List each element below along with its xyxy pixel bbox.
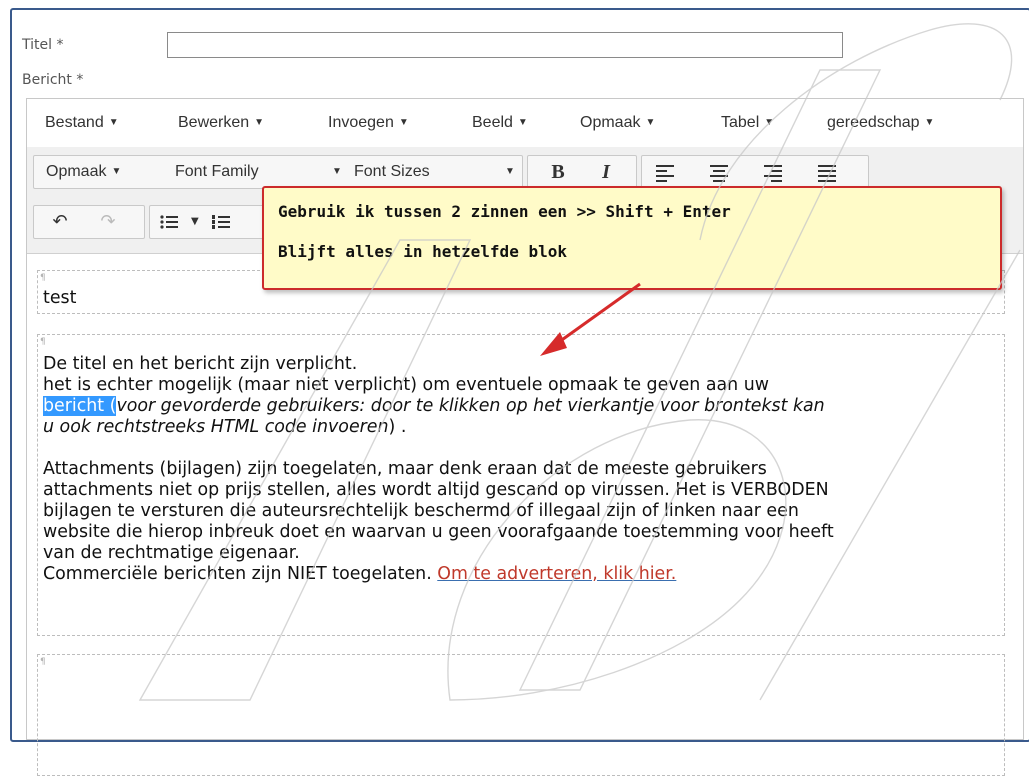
advertise-link[interactable]: Om te adverteren, klik hier. [437,564,676,584]
font-sizes-select[interactable]: Font Sizes ▼ [354,156,515,188]
paragraph-marker-icon: ¶ [40,657,46,667]
chevron-down-icon: ▼ [191,216,199,227]
bold-button[interactable]: B [538,156,578,188]
chevron-down-icon: ▼ [111,166,122,177]
editor-content[interactable]: ¶ test ¶ De titel en het bericht zijn ve… [27,254,1023,776]
redo-icon[interactable]: ↷ [90,206,126,238]
annotation-callout: Gebruik ik tussen 2 zinnen een >> Shift … [262,186,1002,290]
text-line: website die hierop inbreuk doet en waarv… [43,522,834,542]
align-right-icon[interactable] [764,162,782,182]
bullet-list-icon [160,215,178,229]
italic-button[interactable]: I [586,156,626,188]
block-text: De titel en het bericht zijn verplicht. … [43,354,1002,585]
italic-text: u ook rechtstreeks HTML code invoeren [43,417,389,437]
text-line: Commerciële berichten zijn NIET toegelat… [43,564,677,584]
paragraph-marker-icon: ¶ [40,337,46,347]
chevron-down-icon: ▼ [517,117,528,128]
chevron-down-icon: ▼ [398,117,409,128]
text-line: het is echter mogelijk (maar niet verpli… [43,375,769,395]
menu-beeld[interactable]: Beeld ▼ [472,99,528,147]
text-line: bijlagen te versturen die auteursrechtel… [43,501,799,521]
align-group [641,155,869,189]
format-select-group: Opmaak ▼ Font Family ▼ Font Sizes ▼ [33,155,523,189]
text-line: bericht (voor gevorderde gebruikers: doo… [43,396,1002,417]
format-select[interactable]: Opmaak ▼ [46,156,121,188]
text-line: Attachments (bijlagen) zijn toegelaten, … [43,459,767,479]
menu-gereedschap[interactable]: gereedschap ▼ [827,99,934,147]
history-group: ↶ ↷ [33,205,145,239]
menu-opmaak[interactable]: Opmaak ▼ [580,99,655,147]
text-line: u ook rechtstreeks HTML code invoeren) . [43,417,407,437]
paragraph-block[interactable]: ¶ De titel en het bericht zijn verplicht… [37,334,1005,636]
chevron-down-icon: ▼ [332,166,342,177]
align-center-icon[interactable] [710,162,728,182]
paragraph-marker-icon: ¶ [40,273,46,283]
title-label: Titel * [22,37,64,53]
text-line: De titel en het bericht zijn verplicht. [43,354,358,374]
editor-menubar: Bestand ▼ Bewerken ▼ Invoegen ▼ Beeld ▼ Opma… [27,99,1023,148]
menu-bestand[interactable]: Bestand ▼ [45,99,119,147]
chevron-down-icon: ▼ [764,117,775,128]
bullet-list-button[interactable]: ▼ [160,206,208,238]
chevron-down-icon: ▼ [645,117,656,128]
text-line: van de rechtmatige eigenaar. [43,543,300,563]
numbered-list-button[interactable] [212,206,252,238]
selected-text: bericht ( [43,396,117,416]
chevron-down-icon: ▼ [108,117,119,128]
block-text: test [43,288,77,308]
numbered-list-icon [212,215,230,229]
menu-tabel[interactable]: Tabel ▼ [721,99,774,147]
paragraph-block-empty[interactable]: ¶ [37,654,1005,776]
chevron-down-icon: ▼ [924,117,935,128]
align-justify-icon[interactable] [818,162,836,182]
italic-text: voor gevorderde gebruikers: door te klik… [116,396,825,416]
menu-invoegen[interactable]: Invoegen ▼ [328,99,409,147]
font-family-select[interactable]: Font Family ▼ [175,156,343,188]
callout-line-2: Blijft alles in hetzelfde blok [278,242,567,261]
text-style-group: B I [527,155,637,189]
title-input[interactable] [167,32,843,58]
chevron-down-icon: ▼ [505,166,515,177]
callout-line-1: Gebruik ik tussen 2 zinnen een >> Shift … [278,202,731,221]
empty-line [43,438,1002,459]
text-line: attachments niet op prijs stellen, alles… [43,480,829,500]
message-label: Bericht * [22,72,84,88]
undo-icon[interactable]: ↶ [42,206,78,238]
align-left-icon[interactable] [656,162,674,182]
chevron-down-icon: ▼ [254,117,265,128]
menu-bewerken[interactable]: Bewerken ▼ [178,99,264,147]
